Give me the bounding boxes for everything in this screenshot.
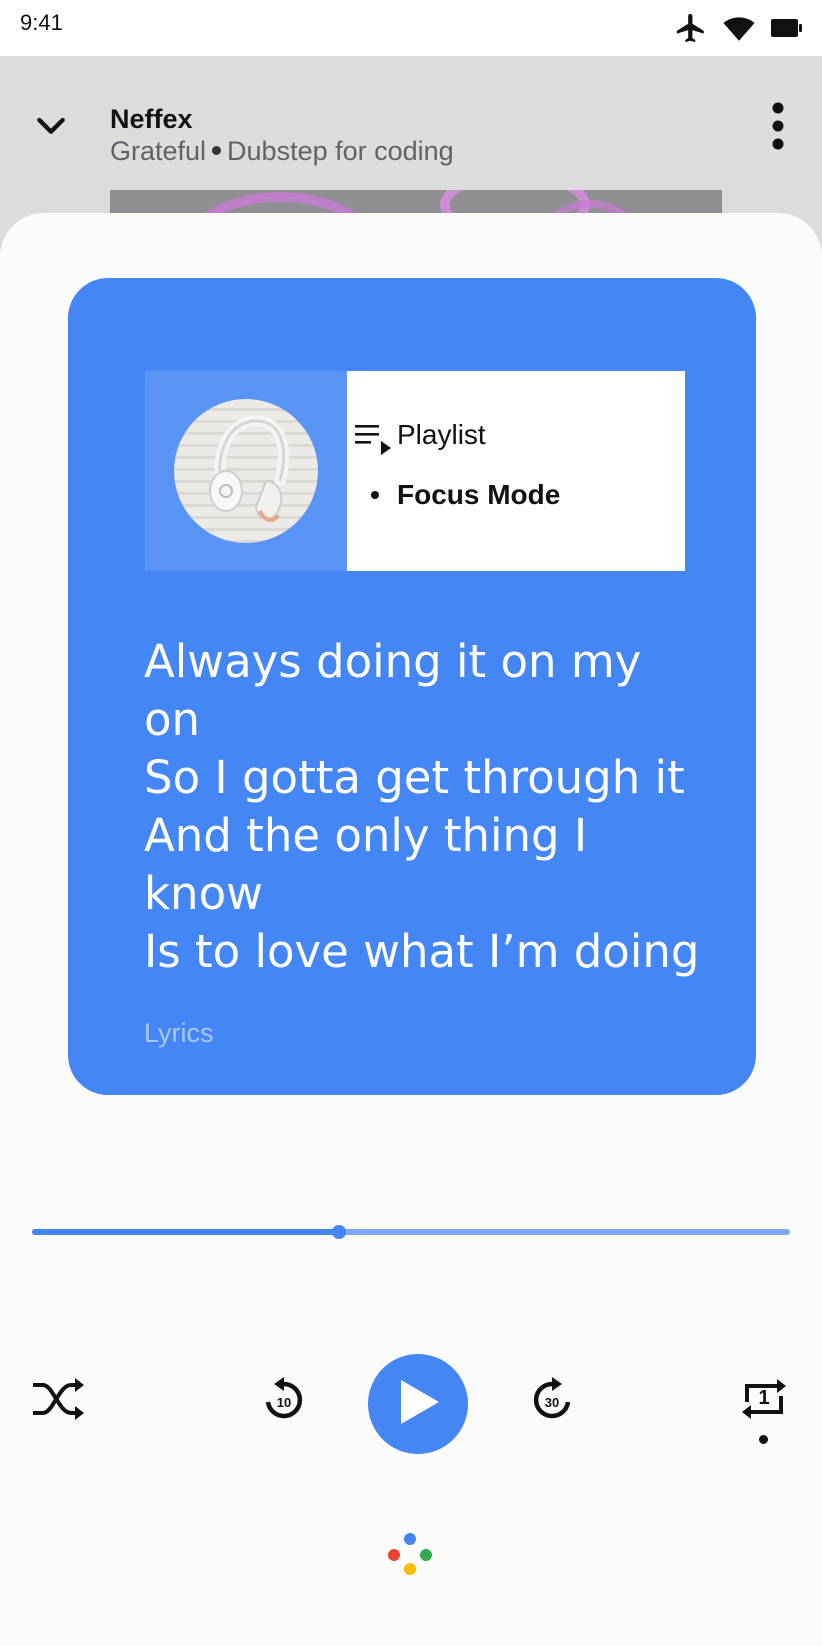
assistant-icon[interactable] (386, 1533, 436, 1583)
player-sheet: Playlist Focus Mode Always doing it on m… (0, 213, 822, 1646)
bullet-dot (371, 491, 379, 499)
rewind-button[interactable]: 10 (258, 1373, 310, 1429)
lyric-line: Always doing it on my on (144, 635, 642, 746)
lyric-line: And the only thing I know (144, 809, 588, 920)
lyrics-label: Lyrics (144, 1018, 214, 1048)
repeat-count: 1 (758, 1387, 770, 1409)
forward-seconds: 30 (544, 1395, 560, 1410)
playlist-title: Focus Mode (397, 479, 561, 510)
repeat-one-icon: 1 (739, 1374, 789, 1424)
status-icons (674, 8, 804, 48)
repeat-button[interactable]: 1 (736, 1369, 792, 1429)
play-icon (395, 1377, 441, 1432)
progress-thumb[interactable] (331, 1225, 346, 1239)
status-time: 9:41 (20, 10, 63, 35)
shuffle-button[interactable] (30, 1373, 86, 1429)
headphones-image (174, 399, 318, 543)
play-button[interactable] (368, 1354, 468, 1454)
artist-name: Neffex (110, 104, 193, 134)
chevron-down-icon (31, 105, 71, 150)
playlist-art (145, 371, 347, 571)
playlist-play-icon (355, 423, 393, 462)
battery-icon (770, 13, 804, 43)
progress-fill (32, 1229, 339, 1235)
repeat-active-dot (759, 1435, 768, 1444)
lyric-line: So I gotta get through it (144, 751, 685, 804)
lyric-line: Is to love what I’m doing (144, 925, 700, 978)
airplane-icon (674, 11, 708, 45)
more-vert-icon (771, 102, 785, 155)
shuffle-icon (31, 1375, 85, 1428)
more-options-button[interactable] (758, 100, 798, 156)
album-name: Grateful (110, 136, 207, 166)
progress-bar[interactable] (32, 1225, 790, 1239)
playlist-name: Dubstep for coding (227, 136, 454, 166)
playlist-details: Playlist Focus Mode (347, 371, 685, 571)
lyrics-text: Always doing it on my on So I gotta get … (144, 633, 704, 981)
status-bar: 9:41 (0, 0, 822, 56)
wifi-icon (722, 11, 756, 45)
track-subtitle: Grateful Dubstep for coding (110, 136, 454, 167)
separator-dot (212, 146, 222, 156)
forward-30-icon: 30 (530, 1376, 574, 1426)
lyrics-card: Playlist Focus Mode Always doing it on m… (68, 278, 756, 1095)
collapse-button[interactable] (28, 104, 74, 150)
rewind-seconds: 10 (276, 1395, 292, 1410)
forward-button[interactable]: 30 (526, 1373, 578, 1429)
replay-10-icon: 10 (262, 1376, 306, 1426)
playlist-info-box[interactable]: Playlist Focus Mode (145, 371, 685, 571)
playlist-label: Playlist (397, 419, 486, 450)
